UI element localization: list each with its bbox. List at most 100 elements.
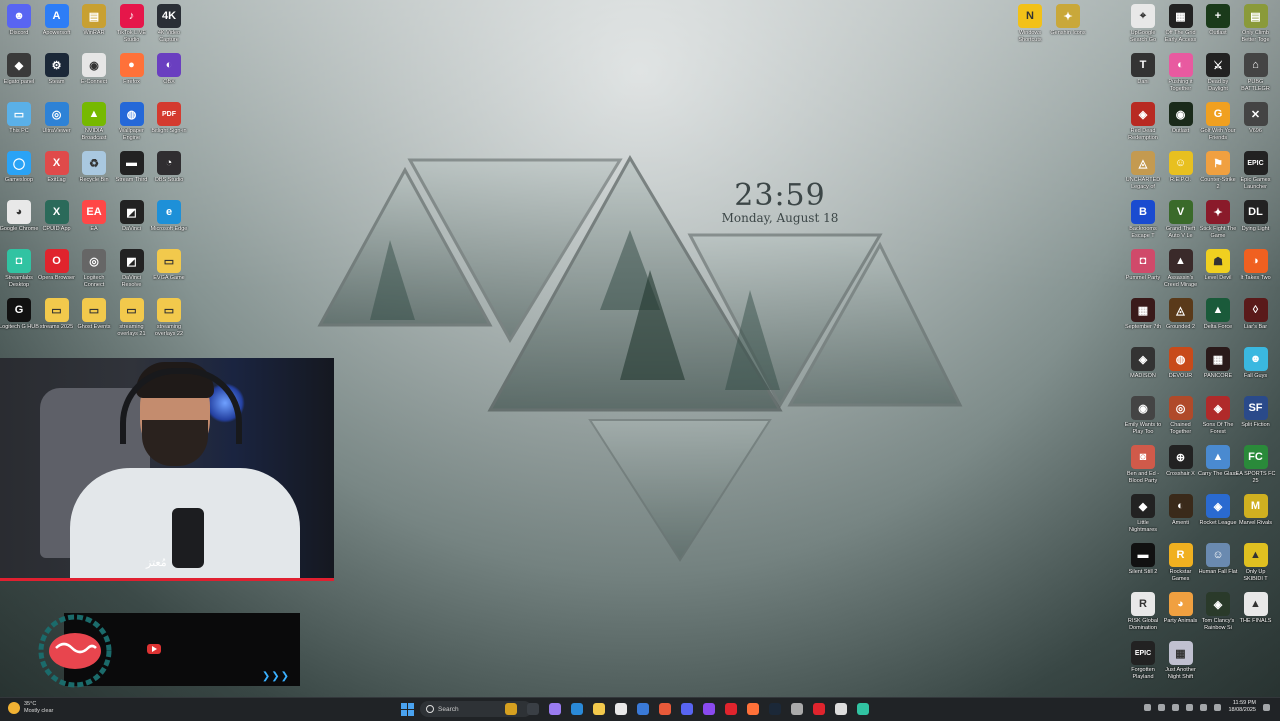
desktop-shortcut[interactable]: + Outlast bbox=[1198, 4, 1238, 37]
desktop-shortcut[interactable]: ▲ Carry The Glass bbox=[1198, 445, 1238, 478]
desktop-shortcut[interactable]: ☻ Fall Guys bbox=[1236, 347, 1276, 380]
desktop-shortcut[interactable]: EA EA bbox=[74, 200, 114, 233]
desktop-shortcut[interactable]: ◩ DaVinci Resolve bbox=[112, 249, 152, 288]
network-icon[interactable] bbox=[1186, 703, 1194, 711]
desktop-shortcut[interactable]: ◯ Gamesloop bbox=[0, 151, 39, 184]
desktop-shortcut[interactable]: DL Dying Light bbox=[1236, 200, 1276, 233]
desktop-shortcut[interactable]: ◍ DEVOUR bbox=[1161, 347, 1201, 380]
desktop-shortcut[interactable]: ◉ Emily Wants to Play Too bbox=[1123, 396, 1163, 435]
taskbar-app-icon[interactable] bbox=[637, 703, 649, 715]
desktop-shortcut[interactable]: ◈ Tom Clancy's Rainbow Si bbox=[1198, 592, 1238, 631]
desktop-shortcut[interactable]: ◙ Ben and Ed - Blood Party bbox=[1123, 445, 1163, 484]
taskbar-app-icon[interactable] bbox=[593, 703, 605, 715]
desktop-shortcut[interactable]: ☻ Discord bbox=[0, 4, 39, 37]
desktop-shortcut[interactable]: ◍ Wallpaper Engine bbox=[112, 102, 152, 141]
desktop-shortcut[interactable]: 4K 4K Video Capture bbox=[149, 4, 189, 43]
desktop-shortcut[interactable]: EPIC Epic Games Launcher bbox=[1236, 151, 1276, 190]
desktop-shortcut[interactable]: A Apowersoft bbox=[37, 4, 77, 37]
desktop-shortcut[interactable]: ▤ WinRAR bbox=[74, 4, 114, 37]
desktop-shortcut[interactable]: ▦ Just Another Night Shift bbox=[1161, 641, 1201, 680]
desktop-shortcut[interactable]: ▭ streaming overlays 21 bbox=[112, 298, 152, 337]
desktop-shortcut[interactable]: ◊ Liar's Bar bbox=[1236, 298, 1276, 331]
desktop-shortcut[interactable]: EPIC Forgotten Playland bbox=[1123, 641, 1163, 680]
desktop-shortcut[interactable]: ☗ Level Devil bbox=[1198, 249, 1238, 282]
desktop-shortcut[interactable]: ▬ Stream Third bbox=[112, 151, 152, 184]
language-icon[interactable] bbox=[1172, 703, 1180, 711]
desktop-shortcut[interactable]: ◬ UNCHARTED Legacy of bbox=[1123, 151, 1163, 190]
desktop-shortcut[interactable]: ◎ Logitech Connect bbox=[74, 249, 114, 288]
taskbar-app-icon[interactable] bbox=[659, 703, 671, 715]
desktop-shortcut[interactable]: ◘ Pummel Party bbox=[1123, 249, 1163, 282]
desktop-shortcut[interactable]: FC EA SPORTS FC 25 bbox=[1236, 445, 1276, 484]
desktop-shortcut[interactable]: ◘ Streamlabs Desktop bbox=[0, 249, 39, 288]
notification-bell-icon[interactable] bbox=[1263, 703, 1270, 711]
desktop-shortcut[interactable]: ♻ Recycle Bin bbox=[74, 151, 114, 184]
desktop-shortcut[interactable]: ☺ Human Fall Flat bbox=[1198, 543, 1238, 576]
desktop-shortcut[interactable]: e Microsoft Edge bbox=[149, 200, 189, 233]
taskbar-app-icon[interactable] bbox=[571, 703, 583, 715]
desktop-shortcut[interactable]: ▭ Ghost Events bbox=[74, 298, 114, 331]
taskbar-app-icon[interactable] bbox=[725, 703, 737, 715]
taskbar-app-icon[interactable] bbox=[813, 703, 825, 715]
desktop-shortcut[interactable]: ⊕ Crosshair X bbox=[1161, 445, 1201, 478]
desktop-shortcut[interactable]: ▲ NVIDIA Broadcast bbox=[74, 102, 114, 141]
desktop-shortcut[interactable]: ◎ UltraViewer bbox=[37, 102, 77, 135]
desktop-shortcut[interactable]: ◈ Rocket League bbox=[1198, 494, 1238, 527]
desktop-shortcut[interactable]: ⌂ PUBG BATTLEGR bbox=[1236, 53, 1276, 92]
desktop-shortcut[interactable]: ◆ Elgato panel bbox=[0, 53, 39, 86]
taskbar-app-icon[interactable] bbox=[769, 703, 781, 715]
desktop-shortcut[interactable]: ▲ Assassin's Creed Mirage bbox=[1161, 249, 1201, 288]
desktop-shortcut[interactable]: G Logitech G HUB bbox=[0, 298, 39, 331]
desktop-shortcut[interactable]: ▬ Silent Still 2 bbox=[1123, 543, 1163, 576]
desktop-shortcut[interactable]: ▭ This PC bbox=[0, 102, 39, 135]
taskbar-app-icon[interactable] bbox=[549, 703, 561, 715]
desktop-shortcut[interactable]: ◕ Google Chrome bbox=[0, 200, 39, 233]
desktop-shortcut[interactable]: ◑ It Takes Two bbox=[1236, 249, 1276, 282]
desktop-shortcut[interactable]: ▭ EVGA Game bbox=[149, 249, 189, 282]
desktop-shortcut[interactable]: ● Firefox bbox=[112, 53, 152, 86]
desktop-shortcut[interactable]: X ExitLag bbox=[37, 151, 77, 184]
desktop-shortcut[interactable]: ◎ Chained Together bbox=[1161, 396, 1201, 435]
taskbar-clock[interactable]: 11:59 PM 18/08/2025 bbox=[1228, 700, 1256, 714]
desktop-shortcut[interactable]: ▭ streams 2025 bbox=[37, 298, 77, 331]
taskbar-app-icon[interactable] bbox=[527, 703, 539, 715]
desktop-shortcut[interactable]: ⚙ Steam bbox=[37, 53, 77, 86]
desktop-shortcut[interactable]: ◐ Pushing it Together bbox=[1161, 53, 1201, 92]
desktop-shortcut[interactable]: G Golf With Your Friends bbox=[1198, 102, 1238, 141]
desktop-shortcut[interactable]: ▦ Off The Grid Early Access bbox=[1161, 4, 1201, 43]
desktop-shortcut[interactable]: ◈ Sons Of The Forest bbox=[1198, 396, 1238, 435]
desktop-shortcut[interactable]: T Dani bbox=[1123, 53, 1163, 86]
desktop-shortcut[interactable]: ⚑ Counter-Strike 2 bbox=[1198, 151, 1238, 190]
usb-icon[interactable] bbox=[1158, 703, 1166, 711]
volume-icon[interactable] bbox=[1200, 703, 1208, 711]
desktop-shortcut[interactable]: O Opera Browser bbox=[37, 249, 77, 282]
desktop-shortcut[interactable]: SF Split Fiction bbox=[1236, 396, 1276, 429]
taskbar-app-icon[interactable] bbox=[835, 703, 847, 715]
desktop-shortcut[interactable]: ✦ Stick Fight The Game bbox=[1198, 200, 1238, 239]
desktop-shortcut[interactable]: B Backrooms Escape T bbox=[1123, 200, 1163, 239]
chevron-up-icon[interactable] bbox=[1144, 703, 1152, 711]
desktop-shortcut[interactable]: ⌖ UpGoogle Search Go bbox=[1123, 4, 1163, 43]
desktop-shortcut[interactable]: N Windows Shortcuts bbox=[1010, 4, 1050, 43]
desktop-shortcut[interactable]: V Grand Theft Auto V Le bbox=[1161, 200, 1201, 239]
desktop-shortcut[interactable]: ▤ Only Climb Better Toge bbox=[1236, 4, 1276, 43]
taskbar-app-icon[interactable] bbox=[615, 703, 627, 715]
taskbar-app-icon[interactable] bbox=[505, 703, 517, 715]
desktop-shortcut[interactable]: ◕ Party Animals bbox=[1161, 592, 1201, 625]
desktop-shortcut[interactable]: ◐ Amenti bbox=[1161, 494, 1201, 527]
desktop-shortcut[interactable]: ⚔ Dead by Daylight bbox=[1198, 53, 1238, 92]
desktop-shortcut[interactable]: ◔ OBS Studio bbox=[149, 151, 189, 184]
desktop-shortcut[interactable]: R Rockstar Games bbox=[1161, 543, 1201, 582]
desktop-shortcut[interactable]: ◉ Outlast bbox=[1161, 102, 1201, 135]
desktop-shortcut[interactable]: ◩ DaVinci bbox=[112, 200, 152, 233]
desktop-shortcut[interactable]: ◐ OBX bbox=[149, 53, 189, 86]
desktop-shortcut[interactable]: ▭ streaming overlays 22 bbox=[149, 298, 189, 337]
desktop-shortcut[interactable]: ✦ Genshin Icons bbox=[1048, 4, 1088, 37]
desktop-shortcut[interactable]: ◈ Red Dead Redemption bbox=[1123, 102, 1163, 141]
desktop-shortcut[interactable]: ▲ Only Up SKIBIDI T bbox=[1236, 543, 1276, 582]
start-button[interactable] bbox=[401, 703, 414, 716]
desktop-shortcut[interactable]: ◬ Grounded 2 bbox=[1161, 298, 1201, 331]
desktop-shortcut[interactable]: X CPUID App bbox=[37, 200, 77, 233]
taskbar-app-icon[interactable] bbox=[857, 703, 869, 715]
battery-icon[interactable] bbox=[1214, 703, 1222, 711]
